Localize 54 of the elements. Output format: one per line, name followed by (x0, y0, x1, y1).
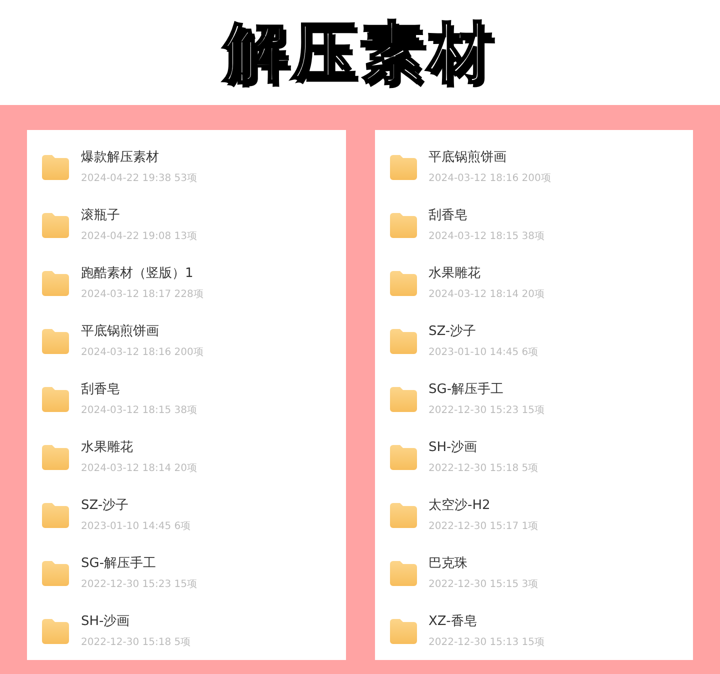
folder-name[interactable]: XZ-香皂 (428, 612, 545, 632)
folder-name[interactable]: SH-沙画 (428, 438, 538, 458)
folder-meta: 2022-12-30 15:23 15项 (81, 578, 198, 592)
folder-name[interactable]: 平底锅煎饼画 (428, 148, 551, 168)
folder-name[interactable]: SZ-沙子 (428, 322, 538, 342)
folder-meta: 2024-03-12 18:16 200项 (428, 172, 551, 186)
folder-icon (390, 212, 416, 238)
folder-icon (42, 502, 69, 528)
folder-name[interactable]: SG-解压手工 (428, 380, 545, 400)
folder-name[interactable]: 跑酷素材（竖版）1 (81, 264, 204, 284)
folder-icon (42, 270, 69, 296)
folder-name[interactable]: 水果雕花 (428, 264, 545, 284)
folder-icon (390, 560, 416, 586)
folder-icon (42, 386, 69, 412)
folder-name[interactable]: 水果雕花 (81, 438, 198, 458)
folder-name[interactable]: 滚瓶子 (81, 206, 198, 226)
folder-meta: 2024-03-12 18:15 38项 (81, 404, 198, 418)
folder-name[interactable]: 巴克珠 (428, 554, 538, 574)
folder-icon (390, 386, 416, 412)
folder-icon (42, 212, 69, 238)
folder-name[interactable]: 太空沙-H2 (428, 496, 538, 516)
folder-meta: 2024-03-12 18:15 38项 (428, 230, 545, 244)
folder-icon (42, 154, 69, 180)
folder-name[interactable]: 刮香皂 (81, 380, 198, 400)
folder-meta: 2024-03-12 18:16 200项 (81, 346, 204, 360)
folder-meta: 2022-12-30 15:18 5项 (81, 636, 191, 650)
folder-icon (42, 560, 69, 586)
folder-meta: 2022-12-30 15:13 15项 (428, 636, 545, 650)
folder-meta: 2024-04-22 19:38 53项 (81, 172, 198, 186)
folder-meta: 2024-03-12 18:14 20项 (428, 288, 545, 302)
folder-meta: 2023-01-10 14:45 6项 (428, 346, 538, 360)
folder-icon (390, 618, 416, 644)
folder-meta: 2024-03-12 18:17 228项 (81, 288, 204, 302)
folder-meta: 2024-04-22 19:08 13项 (81, 230, 198, 244)
folder-meta: 2022-12-30 15:15 3项 (428, 578, 538, 592)
folder-icon (390, 444, 416, 470)
folder-name[interactable]: SG-解压手工 (81, 554, 198, 574)
folder-icon (42, 444, 69, 470)
folder-meta: 2023-01-10 14:45 6项 (81, 520, 191, 534)
folder-icon (42, 618, 69, 644)
folder-name[interactable]: SH-沙画 (81, 612, 191, 632)
folder-icon (390, 270, 416, 296)
folder-icon (390, 502, 416, 528)
folder-name[interactable]: SZ-沙子 (81, 496, 191, 516)
folder-meta: 2022-12-30 15:23 15项 (428, 404, 545, 418)
folder-meta: 2024-03-12 18:14 20项 (81, 462, 198, 476)
folder-meta: 2022-12-30 15:17 1项 (428, 520, 538, 534)
folder-icon (390, 328, 416, 354)
folder-icon (390, 154, 416, 180)
folder-icon (42, 328, 69, 354)
folder-name[interactable]: 爆款解压素材 (81, 148, 198, 168)
folder-name[interactable]: 刮香皂 (428, 206, 545, 226)
folder-meta: 2022-12-30 15:18 5项 (428, 462, 538, 476)
folder-name[interactable]: 平底锅煎饼画 (81, 322, 204, 342)
